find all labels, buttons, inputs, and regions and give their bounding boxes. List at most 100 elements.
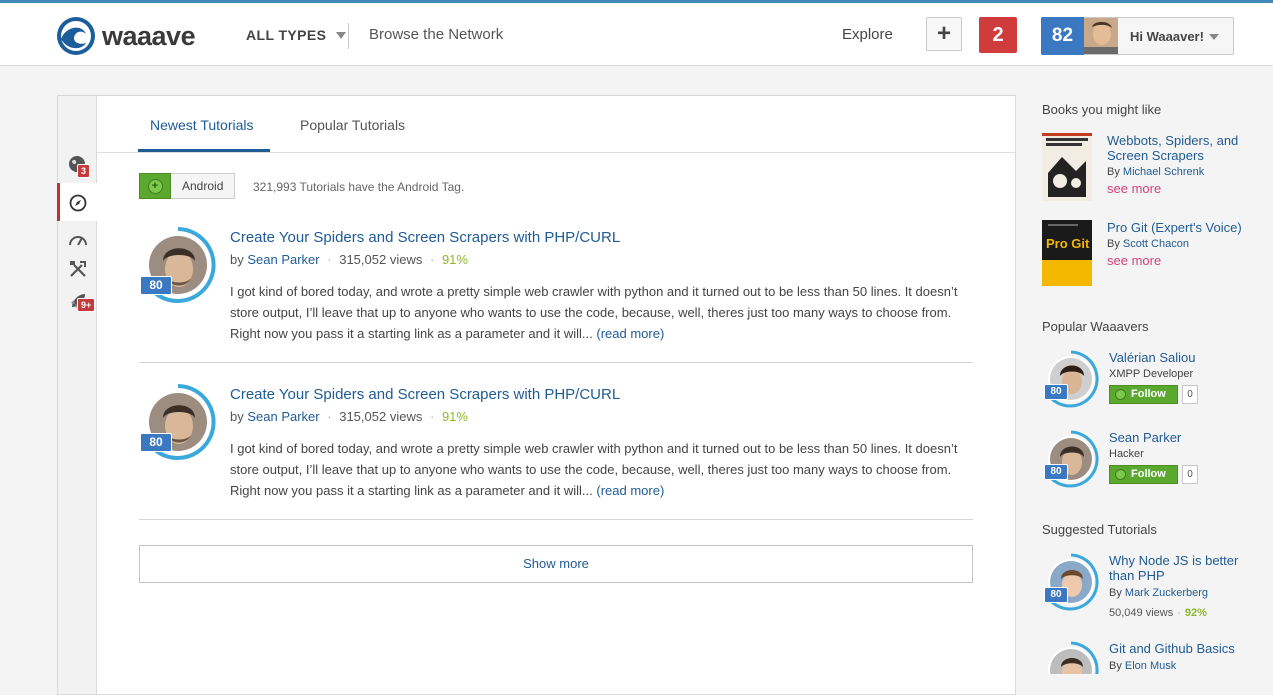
score-badge: 80 [1044, 464, 1068, 480]
explore-link[interactable]: Explore [842, 26, 893, 43]
by-label: by [230, 409, 244, 424]
author-link[interactable]: Michael Schrenk [1123, 166, 1204, 178]
types-dropdown[interactable]: ALL TYPES [246, 27, 347, 43]
score-badge: 80 [1044, 384, 1068, 400]
book-author: By Michael Schrenk [1107, 166, 1262, 178]
excerpt-text: I got kind of bored today, and wrote a p… [230, 441, 958, 498]
tab-bar: Newest Tutorials Popular Tutorials [97, 96, 1015, 153]
tag-label[interactable]: Android [171, 173, 236, 199]
user-greeting: Hi Waaaver! [1130, 29, 1204, 44]
divider [348, 23, 349, 49]
views-count: 315,052 views [339, 409, 423, 424]
books-heading: Books you might like [1042, 102, 1162, 117]
follow-button[interactable]: Follow [1109, 465, 1178, 484]
nav-item-tools[interactable] [68, 259, 88, 279]
see-more-link[interactable]: see more [1107, 181, 1262, 196]
author-link[interactable]: Mark Zuckerberg [1125, 587, 1208, 599]
waaaver-name-link[interactable]: Valérian Saliou [1109, 350, 1195, 365]
views-count: 315,052 views [339, 252, 423, 267]
cover-text: Pro Git [1046, 236, 1090, 251]
nav-badge: 9+ [77, 298, 96, 312]
follow-button[interactable]: Follow [1109, 385, 1178, 404]
left-nav: 3 9+ [57, 96, 97, 694]
suggested-author: By Mark Zuckerberg [1109, 587, 1208, 599]
by-label: By [1107, 166, 1120, 178]
browse-network-link[interactable]: Browse the Network [369, 26, 503, 43]
score-badge: 80 [140, 276, 172, 295]
tutorial-item: 80 Create Your Spiders and Screen Scrape… [139, 226, 973, 363]
user-menu[interactable]: 82 Hi Waaaver! [1041, 17, 1234, 55]
tab-popular-tutorials[interactable]: Popular Tutorials [300, 117, 405, 133]
tag-count-text: 321,993 Tutorials have the Android Tag. [253, 180, 465, 194]
rating-percent: 91% [441, 409, 468, 424]
tutorial-excerpt: I got kind of bored today, and wrote a p… [230, 438, 965, 501]
divider [139, 362, 973, 363]
tab-newest-tutorials[interactable]: Newest Tutorials [150, 117, 253, 133]
see-more-link[interactable]: see more [1107, 253, 1262, 268]
avatar[interactable]: 80 [1042, 430, 1100, 488]
types-label: ALL TYPES [246, 27, 327, 43]
speedometer-icon [69, 236, 87, 246]
author-link[interactable]: Elon Musk [1125, 660, 1176, 672]
author-avatar[interactable]: 80 [139, 383, 217, 461]
rating-percent: 91% [441, 252, 468, 267]
book-info: Pro Git (Expert's Voice) By Scott Chacon… [1107, 220, 1262, 268]
logo[interactable]: waaave [56, 16, 196, 56]
user-score-badge: 82 [1041, 17, 1084, 55]
author-link[interactable]: Scott Chacon [1123, 238, 1189, 250]
avatar[interactable]: 80 [1042, 553, 1100, 611]
nav-item-speed[interactable] [68, 230, 88, 250]
avatar[interactable] [1042, 641, 1100, 674]
avatar[interactable]: 80 [1042, 350, 1100, 408]
book-cover[interactable] [1042, 133, 1092, 201]
by-label: by [230, 252, 244, 267]
read-more-link[interactable]: (read more) [596, 326, 664, 341]
book-cover[interactable]: Pro Git [1042, 220, 1092, 288]
by-label: By [1107, 238, 1120, 250]
book-title-link[interactable]: Webbots, Spiders, and Screen Scrapers [1107, 133, 1262, 163]
tutorial-title-link[interactable]: Create Your Spiders and Screen Scrapers … [230, 229, 620, 246]
book-item: Webbots, Spiders, and Screen Scrapers By… [1042, 133, 1262, 203]
book-title-link[interactable]: Pro Git (Expert's Voice) [1107, 220, 1262, 235]
suggested-tutorial-item: 80 Why Node JS is better than PHP By Mar… [1042, 553, 1262, 633]
suggested-title-link[interactable]: Git and Github Basics [1109, 641, 1259, 656]
waaaver-name-link[interactable]: Sean Parker [1109, 430, 1181, 445]
nav-item-globe[interactable]: 3 [68, 155, 91, 178]
add-button[interactable]: + [926, 17, 962, 51]
author-link[interactable]: Sean Parker [247, 409, 319, 424]
avatar [1084, 18, 1118, 54]
read-more-link[interactable]: (read more) [596, 483, 664, 498]
score-badge: 80 [140, 433, 172, 452]
follower-count: 0 [1182, 465, 1198, 484]
tools-icon [70, 261, 86, 277]
nav-item-explore[interactable] [68, 193, 88, 213]
by-label: By [1109, 587, 1122, 599]
logo-text: waaave [102, 20, 196, 51]
by-label: By [1109, 660, 1122, 672]
waaaver-role: XMPP Developer [1109, 368, 1194, 380]
popular-waaavers-heading: Popular Waaavers [1042, 319, 1149, 334]
caret-down-icon [336, 32, 347, 39]
show-more-button[interactable]: Show more [139, 545, 973, 583]
tutorial-title-link[interactable]: Create Your Spiders and Screen Scrapers … [230, 386, 620, 403]
wave-logo-icon [57, 17, 95, 55]
tutorial-meta: by Sean Parker · 315,052 views · 91% [230, 252, 468, 267]
book-item: Pro Git Pro Git (Expert's Voice) By Scot… [1042, 220, 1262, 290]
author-link[interactable]: Sean Parker [247, 252, 319, 267]
notifications-button[interactable]: 2 [979, 17, 1017, 53]
waaaver-role: Hacker [1109, 448, 1144, 460]
compass-icon [69, 194, 87, 212]
suggested-author: By Elon Musk [1109, 660, 1176, 672]
score-badge: 80 [1044, 587, 1068, 603]
add-tag-button[interactable]: + [139, 173, 171, 199]
waaaver-item: 80 Sean Parker Hacker Follow 0 [1042, 430, 1262, 500]
header: waaave ALL TYPES Browse the Network Expl… [0, 3, 1273, 66]
suggested-title-link[interactable]: Why Node JS is better than PHP [1109, 553, 1259, 583]
plus-circle-icon [1115, 389, 1126, 400]
author-avatar[interactable]: 80 [139, 226, 217, 304]
nav-item-rocket[interactable]: 9+ [68, 291, 96, 312]
main-panel: 3 9+ Newest Tutorials Popular Tutorials … [57, 95, 1016, 695]
follower-count: 0 [1182, 385, 1198, 404]
suggested-tutorials-heading: Suggested Tutorials [1042, 522, 1157, 537]
follow-label: Follow [1131, 388, 1166, 400]
